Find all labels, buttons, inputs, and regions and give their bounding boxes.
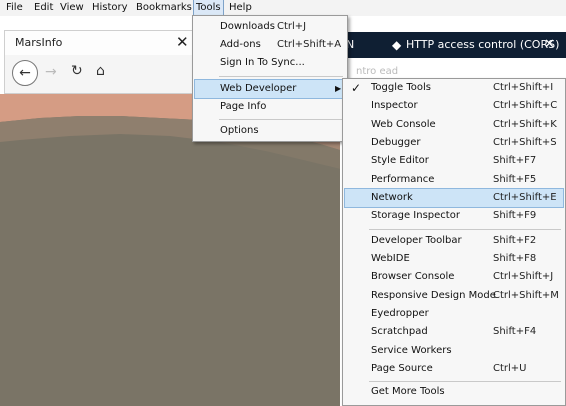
close-tab-icon[interactable]: ✕ [544,32,555,58]
menu-item-label: Page Source [371,363,433,374]
menu-file[interactable]: File [4,0,25,15]
menu-item-style-editor[interactable]: Style Editor Shift+F7 [343,152,565,170]
menu-item-shortcut: Shift+F5 [493,174,537,185]
menu-item-shortcut: Ctrl+J [277,21,307,32]
menu-separator [219,76,343,77]
menu-item-shortcut: Ctrl+Shift+S [493,137,557,148]
menu-history[interactable]: History [90,0,130,15]
tab-favicon-icon: ◆ [392,38,402,52]
menu-item-options[interactable]: Options [193,122,347,140]
menu-item-get-more-tools[interactable]: Get More Tools [343,383,565,401]
menu-item-label: Debugger [371,137,421,148]
menu-item-debugger[interactable]: Debugger Ctrl+Shift+S [343,134,565,152]
menu-item-label: Performance [371,174,435,185]
menu-item-performance[interactable]: Performance Shift+F5 [343,171,565,189]
menu-item-page-source[interactable]: Page Source Ctrl+U [343,360,565,378]
menu-separator [369,229,561,230]
menu-item-shortcut: Shift+F2 [493,235,537,246]
faded-page-text: ntro ead [356,66,399,77]
menu-item-label: Eyedropper [371,308,429,319]
menu-item-label: Responsive Design Mode [371,290,496,301]
menu-item-scratchpad[interactable]: Scratchpad Shift+F4 [343,323,565,341]
menu-item-developer-toolbar[interactable]: Developer Toolbar Shift+F2 [343,232,565,250]
menu-item-shortcut: Ctrl+U [493,363,527,374]
home-button[interactable]: ⌂ [96,63,105,79]
menu-item-label: Developer Toolbar [371,235,462,246]
menu-item-label: Service Workers [371,345,452,356]
menu-item-label: Web Developer [220,83,297,94]
menu-tools[interactable]: Tools [193,0,224,16]
menu-item-shortcut: Shift+F7 [493,155,537,166]
tab-marsinfo[interactable]: MarsInfo ✕ [4,30,194,55]
menu-item-browser-console[interactable]: Browser Console Ctrl+Shift+J [343,268,565,286]
menu-item-label: Options [220,125,259,136]
menu-item-toggle-tools[interactable]: ✓ Toggle Tools Ctrl+Shift+I [343,79,565,97]
menu-item-label: Browser Console [371,271,455,282]
menu-item-eyedropper[interactable]: Eyedropper [343,305,565,323]
menu-item-inspector[interactable]: Inspector Ctrl+Shift+C [343,97,565,115]
menu-item-shortcut: Ctrl+Shift+K [493,119,557,130]
menu-item-label: Get More Tools [371,386,445,397]
menu-item-responsive-design-mode[interactable]: Responsive Design Mode Ctrl+Shift+M [343,287,565,305]
menu-item-web-developer[interactable]: Web Developer ▶ [194,79,346,99]
menu-edit[interactable]: Edit [32,0,55,15]
menu-item-label: Toggle Tools [371,82,431,93]
web-developer-menu: ✓ Toggle Tools Ctrl+Shift+I Inspector Ct… [342,78,566,406]
menu-item-label: Downloads [220,21,275,32]
menu-item-label: Style Editor [371,155,429,166]
menu-item-storage-inspector[interactable]: Storage Inspector Shift+F9 [343,207,565,225]
menu-item-shortcut: Shift+F8 [493,253,537,264]
menu-help[interactable]: Help [227,0,254,15]
menu-item-web-console[interactable]: Web Console Ctrl+Shift+K [343,116,565,134]
menu-separator [219,119,343,120]
menu-item-shortcut: Shift+F9 [493,210,537,221]
menu-item-shortcut: Ctrl+Shift+E [493,192,557,203]
menu-item-network[interactable]: Network Ctrl+Shift+E [344,188,564,208]
menu-item-webide[interactable]: WebIDE Shift+F8 [343,250,565,268]
menu-item-label: Sign In To Sync... [220,57,305,68]
tab-cors[interactable]: ◆ HTTP access control (CORS) ✕ [392,32,566,58]
menu-item-label: Page Info [220,101,267,112]
checkmark-icon: ✓ [351,81,362,95]
menu-item-label: Add-ons [220,39,261,50]
forward-button[interactable]: → [45,64,57,80]
menu-view[interactable]: View [58,0,86,15]
tab-cors-label: HTTP access control (CORS) [406,38,560,51]
menu-item-sign-in-sync[interactable]: Sign In To Sync... [193,54,347,72]
reload-button[interactable]: ↻ [71,63,83,79]
menu-item-label: WebIDE [371,253,410,264]
menu-separator [369,381,561,382]
menu-item-label: Web Console [371,119,436,130]
menu-item-label: Network [371,192,413,203]
back-button[interactable]: ← [12,60,38,86]
tools-menu: Downloads Ctrl+J Add-ons Ctrl+Shift+A Si… [192,15,348,142]
tab-title: MarsInfo [15,36,63,49]
submenu-arrow-icon: ▶ [335,84,342,93]
menu-item-downloads[interactable]: Downloads Ctrl+J [193,18,347,36]
menu-item-shortcut: Ctrl+Shift+M [493,290,559,301]
close-tab-icon[interactable]: ✕ [176,33,189,51]
menu-item-shortcut: Ctrl+Shift+C [493,100,558,111]
menu-item-page-info[interactable]: Page Info [193,98,347,116]
menu-bookmarks[interactable]: Bookmarks [134,0,194,15]
menu-item-service-workers[interactable]: Service Workers [343,342,565,360]
menu-item-shortcut: Ctrl+Shift+A [277,39,342,50]
navigation-toolbar: ← → ↻ ⌂ [4,55,194,94]
menu-item-label: Scratchpad [371,326,428,337]
menu-item-label: Storage Inspector [371,210,460,221]
menu-item-shortcut: Shift+F4 [493,326,537,337]
menu-item-addons[interactable]: Add-ons Ctrl+Shift+A [193,36,347,54]
menu-item-label: Inspector [371,100,418,111]
menu-item-shortcut: Ctrl+Shift+J [493,271,554,282]
menu-item-shortcut: Ctrl+Shift+I [493,82,554,93]
